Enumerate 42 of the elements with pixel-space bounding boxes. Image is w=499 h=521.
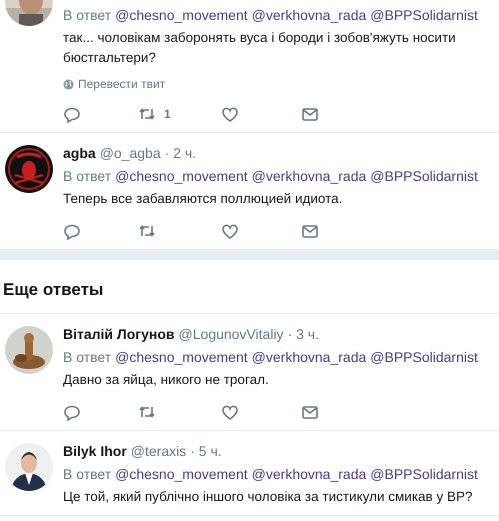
user-handle[interactable]: @o_agba [100,143,161,163]
globe-icon [63,78,74,90]
user-handle[interactable]: @teraxis [130,441,186,461]
user-name[interactable]: Віталій Логунов [63,324,175,344]
mention-link[interactable]: @BPPSolidarnist [370,166,478,186]
tweet-text: Давно за яйца, никого не трогал. [63,371,270,389]
mention-link[interactable]: @chesno_movement [115,5,248,25]
mention-link[interactable]: @BPPSolidarnist [370,464,478,484]
reply-label: В ответ [63,6,112,25]
reply-label: В ответ [63,348,112,367]
section-heading: Еще ответы [3,279,104,301]
heart-icon[interactable] [221,403,239,421]
mention-link[interactable]: @BPPSolidarnist [370,5,478,25]
mention-link[interactable]: @verkhovna_rada [252,5,366,25]
tweet-text: Це той, який публічно іншого чоловіка за тистикули смикав у ВР? [63,488,474,506]
tweet-text: так... чоловікам заборонять вуса і бороди і зобов'яжуть носити бюстгальтери? [63,29,457,67]
mention-link[interactable]: @chesno_movement [115,464,248,484]
reply-icon[interactable] [63,222,81,240]
user-name[interactable]: Bilyk Ihor [63,441,127,461]
mention-link[interactable]: @verkhovna_rada [252,464,366,484]
reply-label: В ответ [63,167,112,186]
envelope-icon[interactable] [301,105,319,123]
reply-label: В ответ [63,465,112,484]
envelope-icon[interactable] [301,222,319,240]
action-count: 1 [164,106,171,123]
timestamp[interactable]: · 2 ч. [164,143,196,163]
mention-link[interactable]: @BPPSolidarnist [370,347,478,367]
reply-icon[interactable] [63,105,81,123]
timestamp[interactable]: · 5 ч. [190,441,222,461]
timestamp[interactable]: · 3 ч. [288,324,319,344]
heart-icon[interactable] [221,105,239,123]
translate-link[interactable]: Перевести твит [78,76,166,92]
heart-icon[interactable] [221,222,239,240]
mention-link[interactable]: @chesno_movement [115,166,248,186]
tweet-text: Теперь все забавляются поллюцией идиота. [63,190,344,208]
envelope-icon[interactable] [301,403,319,421]
mention-link[interactable]: @chesno_movement [115,347,248,367]
user-name[interactable]: agba [63,143,96,163]
user-handle[interactable]: @LogunovVitaliy [178,324,284,344]
mention-link[interactable]: @verkhovna_rada [252,166,366,186]
reply-icon[interactable] [63,403,81,421]
mention-link[interactable]: @verkhovna_rada [252,347,366,367]
